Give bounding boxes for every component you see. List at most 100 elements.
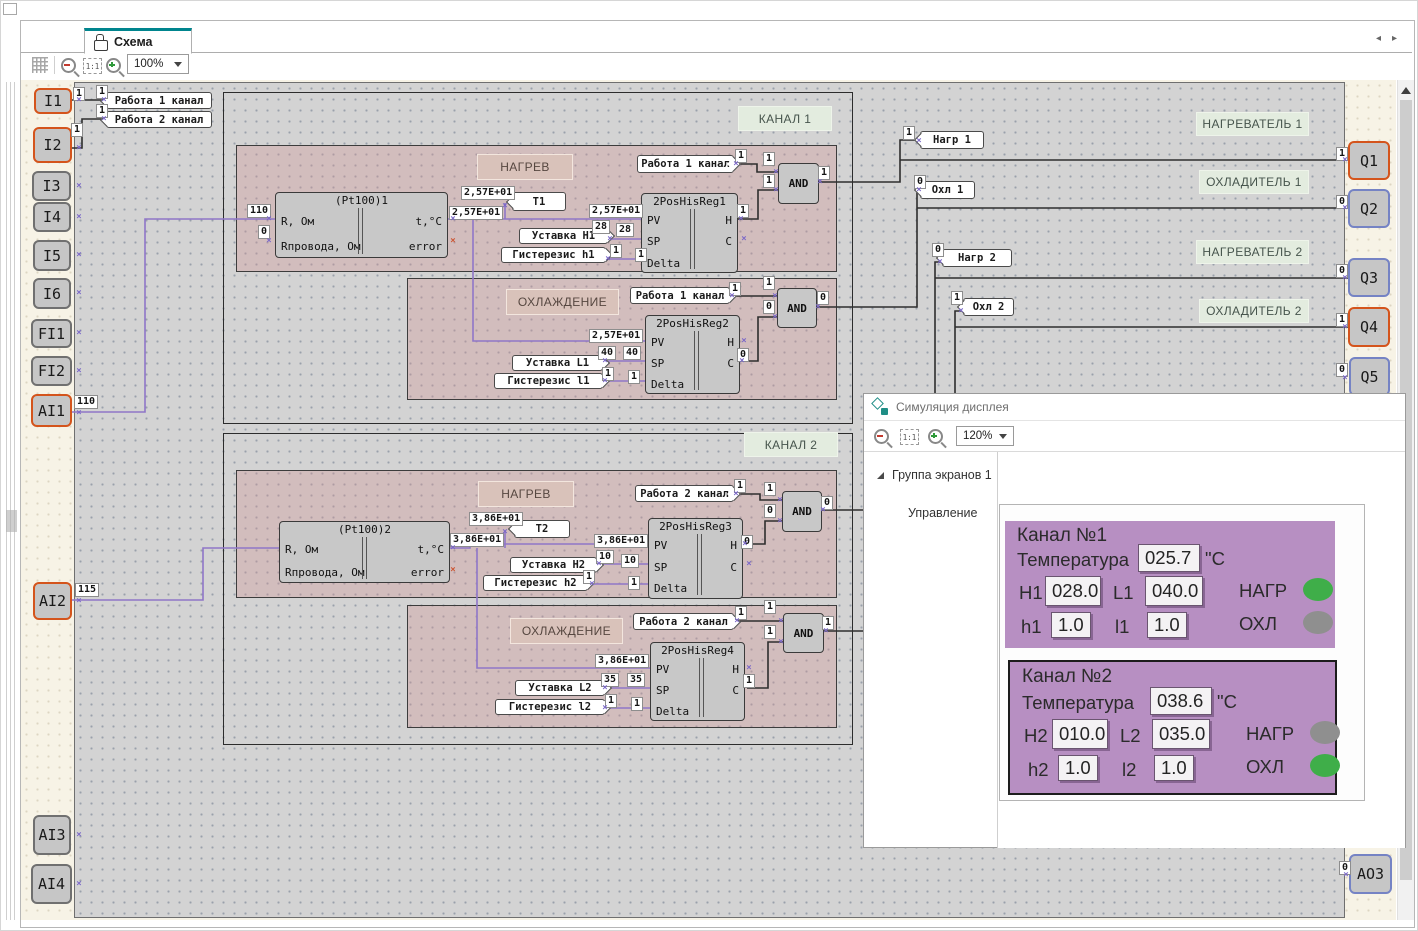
io-block-fi2[interactable]: FI2: [31, 356, 72, 386]
value-label: 1: [763, 276, 775, 290]
io-block-ai4[interactable]: AI4: [31, 864, 72, 904]
display-panel-channel-1[interactable]: Канал №1 Температура 025.7 "C H1 028.0 L…: [1005, 521, 1335, 648]
io-block-ai1[interactable]: AI1: [31, 394, 72, 427]
simulation-window[interactable]: Симуляция дисплея 1:1 120% Группа экрано…: [863, 393, 1406, 848]
io-block-fi1[interactable]: FI1: [31, 319, 72, 348]
function-block[interactable]: (Pt100)1R, Омt,°CRпровода, Омerror: [275, 192, 448, 258]
function-block[interactable]: 2PosHisReg1PVHSPCDelta: [641, 193, 738, 273]
io-block-ai2[interactable]: AI2: [33, 582, 72, 620]
temp-value-field[interactable]: 025.7: [1138, 544, 1200, 572]
hys-value-field[interactable]: 1.0: [1051, 612, 1091, 638]
pin-marker: ×: [605, 254, 610, 264]
value-label: 3,86E+01: [594, 534, 648, 548]
pin-marker: ×: [739, 356, 744, 366]
io-block-q5[interactable]: Q5: [1349, 357, 1390, 396]
io-block-q3[interactable]: Q3: [1348, 258, 1390, 297]
heat-label: НАГР: [1246, 723, 1294, 745]
screen-tree: Группа экранов 1 Управление: [864, 452, 998, 848]
display-preview-canvas: Канал №1 Температура 025.7 "C H1 028.0 L…: [998, 452, 1405, 848]
lhys-value-field[interactable]: 1.0: [1147, 612, 1187, 638]
pin-marker: ×: [817, 177, 822, 187]
zoom-reset-icon[interactable]: 1:1: [83, 58, 102, 74]
simulation-titlebar[interactable]: Симуляция дисплея: [864, 394, 1405, 421]
sim-zoom-reset-icon[interactable]: 1:1: [900, 429, 919, 445]
function-block[interactable]: (Pt100)2R, Омt,°CRпровода, Омerror: [279, 521, 450, 583]
l-value-field[interactable]: 035.0: [1152, 719, 1210, 749]
variable-tag[interactable]: Работа 1 канал: [106, 92, 212, 109]
io-block-q2[interactable]: Q2: [1348, 189, 1390, 228]
grid-toggle-icon[interactable]: [32, 57, 48, 73]
pin-marker: ×: [1342, 155, 1347, 165]
variable-tag[interactable]: Гистерезис l1: [494, 373, 603, 389]
tab-schema[interactable]: Схема: [84, 28, 192, 54]
hys-value-field[interactable]: 1.0: [1058, 755, 1098, 781]
variable-tag[interactable]: Охл 1: [920, 181, 975, 199]
io-block-i5[interactable]: I5: [33, 240, 71, 271]
tab-schema-label: Схема: [114, 35, 153, 49]
display-panel-channel-2[interactable]: Канал №2 Температура 038.6 "C H2 010.0 L…: [1008, 660, 1337, 795]
lhys-value-field[interactable]: 1.0: [1154, 755, 1194, 781]
variable-tag[interactable]: Работа 2 канал: [106, 111, 212, 128]
tab-scroll-left-icon[interactable]: ◂: [1376, 33, 1381, 44]
and-gate[interactable]: AND: [783, 613, 824, 653]
sim-zoom-out-icon[interactable]: [874, 429, 889, 444]
tree-item-screen[interactable]: Управление: [908, 506, 978, 520]
scroll-up-icon[interactable]: [1398, 82, 1414, 98]
variable-tag[interactable]: Работа 1 канал: [630, 287, 730, 304]
pin-marker: ×: [741, 234, 746, 244]
pin-marker: ×: [958, 306, 963, 316]
pin-marker: ×: [777, 495, 782, 505]
zoom-in-icon[interactable]: [106, 58, 121, 73]
heat-label: НАГР: [1239, 580, 1287, 602]
zoom-out-icon[interactable]: [61, 58, 76, 73]
io-block-i2[interactable]: I2: [33, 127, 72, 163]
variable-tag[interactable]: Уставка L2: [515, 680, 605, 696]
pin-marker: ×: [729, 291, 734, 301]
pin-marker: ×: [733, 489, 738, 499]
pin-marker: ×: [602, 683, 607, 693]
io-block-ao3[interactable]: AO3: [1349, 854, 1392, 894]
splitter-grip[interactable]: [6, 82, 18, 920]
pin-marker: ×: [820, 505, 825, 515]
io-block-q4[interactable]: Q4: [1348, 307, 1390, 347]
function-block[interactable]: 2PosHisReg2PVHSPCDelta: [645, 315, 740, 394]
pin-marker: ×: [76, 328, 81, 338]
and-gate[interactable]: AND: [777, 288, 817, 328]
and-gate[interactable]: AND: [778, 163, 819, 204]
variable-tag[interactable]: Нагр 2: [942, 249, 1012, 267]
pin-marker: ×: [1343, 870, 1348, 880]
tree-expanded-icon[interactable]: [877, 472, 884, 479]
sim-zoom-in-icon[interactable]: [928, 429, 943, 444]
tree-item-screen-group[interactable]: Группа экранов 1: [877, 468, 992, 482]
io-block-i3[interactable]: I3: [32, 171, 71, 201]
variable-tag[interactable]: Работа 2 канал: [633, 613, 734, 630]
io-block-i1[interactable]: I1: [34, 88, 72, 114]
variable-tag[interactable]: Гистерезис l2: [495, 699, 605, 715]
variable-tag[interactable]: Гистерезис h2: [483, 575, 588, 591]
l-value-field[interactable]: 040.0: [1145, 576, 1203, 606]
variable-tag[interactable]: Охл 2: [963, 298, 1014, 316]
io-block-ai3[interactable]: AI3: [33, 815, 71, 855]
temp-value-field[interactable]: 038.6: [1150, 687, 1212, 715]
variable-tag[interactable]: Работа 1 канал: [637, 155, 734, 173]
value-label: 10: [621, 554, 639, 568]
variable-tag[interactable]: T1: [512, 192, 566, 211]
h-value-field[interactable]: 028.0: [1045, 576, 1101, 606]
pin-marker: ×: [502, 527, 507, 537]
function-block[interactable]: 2PosHisReg4PVHSPCDelta: [650, 642, 745, 721]
io-block-q1[interactable]: Q1: [1348, 141, 1390, 180]
variable-tag[interactable]: Нагр 1: [920, 131, 984, 149]
variable-tag[interactable]: Уставка L1: [512, 355, 603, 371]
h-value-field[interactable]: 010.0: [1052, 719, 1108, 749]
function-block[interactable]: 2PosHisReg3PVHSPCDelta: [648, 518, 743, 599]
variable-tag[interactable]: Работа 2 канал: [635, 485, 734, 502]
variable-tag[interactable]: Гистерезис h1: [501, 247, 606, 263]
io-block-i6[interactable]: I6: [33, 278, 71, 309]
pin-marker: ×: [742, 539, 747, 549]
sim-zoom-dropdown[interactable]: 120%: [956, 426, 1014, 446]
and-gate[interactable]: AND: [782, 491, 822, 532]
tab-scroll-right-icon[interactable]: ▸: [1392, 33, 1397, 44]
io-block-i4[interactable]: I4: [33, 202, 71, 232]
splitter-handle[interactable]: [6, 510, 17, 532]
zoom-level-dropdown[interactable]: 100%: [127, 54, 189, 74]
